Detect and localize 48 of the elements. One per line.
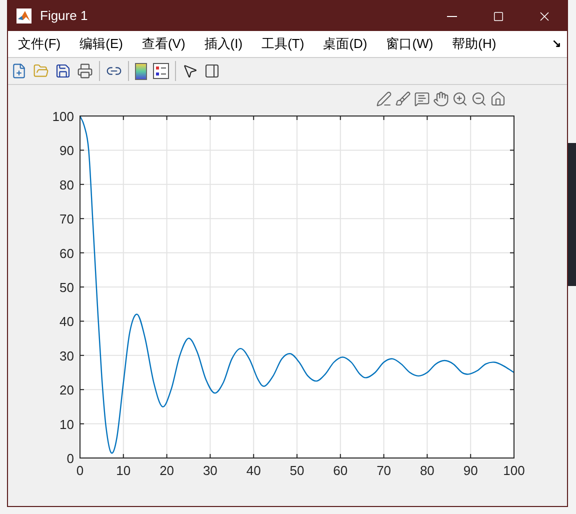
menu-item[interactable]: 桌面(D) bbox=[319, 34, 372, 54]
y-tick-label: 70 bbox=[60, 212, 74, 227]
x-tick-label: 0 bbox=[76, 463, 84, 478]
property-panel-icon[interactable] bbox=[204, 63, 220, 79]
y-tick-label: 10 bbox=[60, 416, 74, 432]
x-tick-label: 40 bbox=[246, 463, 261, 478]
pan-icon[interactable] bbox=[433, 91, 449, 107]
y-tick-label: 100 bbox=[52, 109, 74, 124]
save-icon[interactable] bbox=[55, 63, 71, 79]
x-tick-label: 80 bbox=[420, 463, 434, 478]
legend-icon[interactable] bbox=[153, 63, 169, 79]
x-tick-label: 90 bbox=[463, 463, 478, 478]
y-tick-label: 20 bbox=[60, 382, 74, 398]
y-tick-label: 50 bbox=[60, 280, 74, 295]
home-icon[interactable] bbox=[490, 91, 506, 107]
data-tip-icon[interactable] bbox=[414, 91, 430, 107]
y-tick-label: 80 bbox=[60, 177, 74, 192]
window-title: Figure 1 bbox=[40, 7, 88, 26]
x-tick-label: 20 bbox=[160, 463, 174, 478]
menu-item[interactable]: 窗口(W) bbox=[382, 34, 438, 54]
x-tick-label: 30 bbox=[202, 463, 218, 478]
menu-item[interactable]: 插入(I) bbox=[200, 34, 247, 54]
menu-item[interactable]: 帮助(H) bbox=[448, 34, 500, 54]
colorbar-icon[interactable] bbox=[135, 62, 147, 80]
x-tick-label: 70 bbox=[376, 463, 392, 478]
menu-item[interactable]: 工具(T) bbox=[258, 34, 308, 54]
menu-item[interactable]: 文件(F) bbox=[14, 34, 65, 54]
y-tick-label: 40 bbox=[60, 314, 74, 330]
maximize-icon bbox=[492, 10, 504, 22]
y-tick-label: 60 bbox=[60, 246, 74, 261]
y-tick-label: 30 bbox=[60, 348, 74, 364]
app-logo-icon bbox=[16, 8, 32, 24]
x-tick-label: 10 bbox=[116, 463, 131, 478]
menu-item[interactable]: 编辑(E) bbox=[76, 34, 127, 54]
zoom-out-icon[interactable] bbox=[471, 91, 487, 107]
y-tick-label: 90 bbox=[60, 143, 74, 158]
menu-overflow[interactable]: ↘ bbox=[552, 36, 561, 52]
x-tick-label: 50 bbox=[290, 463, 304, 478]
x-tick-label: 60 bbox=[333, 463, 348, 478]
zoom-in-icon[interactable] bbox=[452, 91, 468, 107]
y-tick-label: 0 bbox=[66, 451, 74, 466]
edit-icon[interactable] bbox=[376, 91, 392, 107]
pointer-icon[interactable] bbox=[182, 63, 198, 79]
printer-icon[interactable] bbox=[77, 63, 93, 79]
x-tick-label: 100 bbox=[503, 463, 525, 478]
new-file-icon[interactable] bbox=[11, 63, 27, 79]
brush-icon[interactable] bbox=[395, 91, 411, 107]
menu-item[interactable]: 查看(V) bbox=[138, 34, 190, 54]
